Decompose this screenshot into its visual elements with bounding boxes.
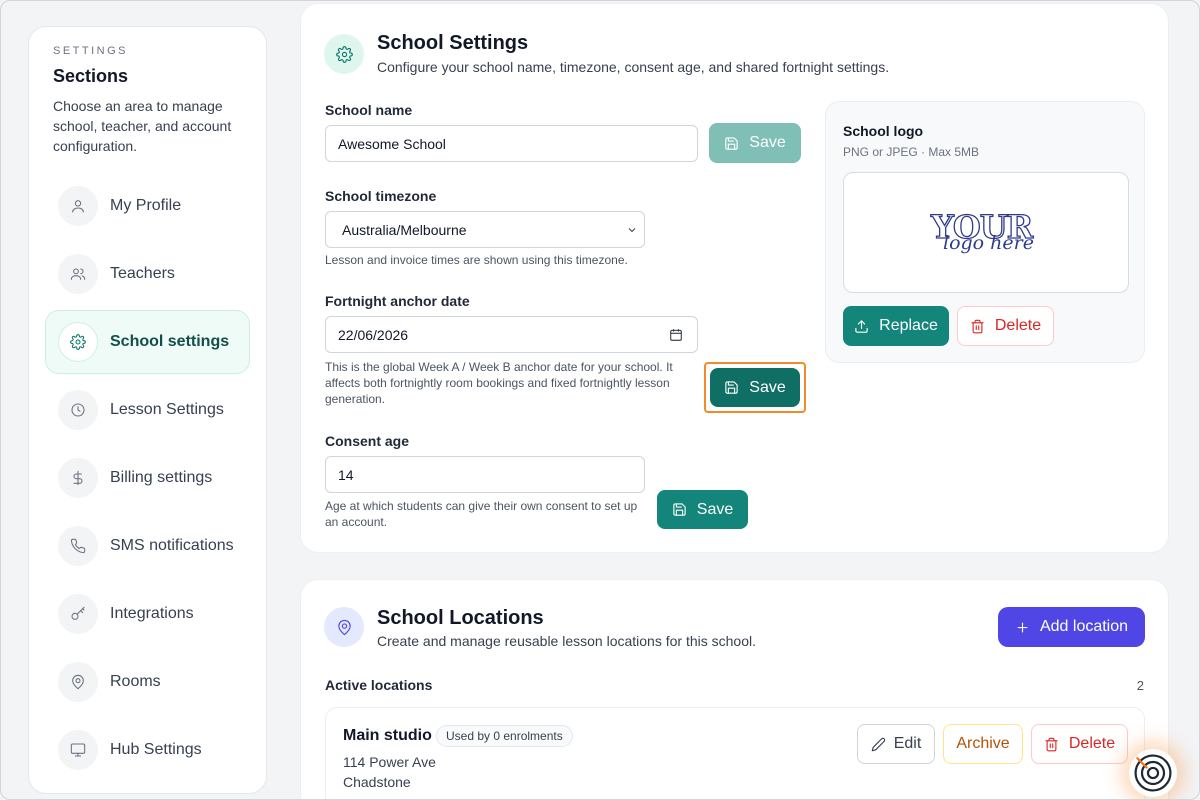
map-pin-icon	[58, 662, 98, 702]
school-logo-subtitle: PNG or JPEG · Max 5MB	[843, 145, 980, 159]
consent-age-value: 14	[338, 466, 354, 483]
sidebar-item-lesson-settings[interactable]: Lesson Settings	[45, 378, 250, 442]
archive-location-button[interactable]: Archive	[943, 724, 1023, 764]
trash-icon	[971, 319, 984, 333]
active-locations-label: Active locations	[325, 677, 433, 693]
active-locations-count: 2	[1136, 678, 1144, 693]
trash-icon	[1045, 737, 1058, 751]
edit-location-button[interactable]: Edit	[857, 724, 935, 764]
fortnight-anchor-date-input[interactable]: 22/06/2026	[325, 316, 698, 353]
edit-label: Edit	[893, 735, 922, 752]
add-location-label: Add location	[1039, 618, 1129, 635]
fortnight-anchor-value: 22/06/2026	[338, 326, 409, 343]
sidebar-eyebrow: SETTINGS	[53, 45, 129, 57]
school-timezone-help: Lesson and invoice times are shown using…	[325, 253, 628, 267]
clock-icon	[58, 390, 98, 430]
school-name-label: School name	[325, 102, 413, 118]
page-title: School Settings	[377, 32, 529, 54]
logo-placeholder-small: logo here	[943, 231, 1034, 254]
location-suburb: Chadstone	[343, 774, 411, 790]
school-logo-image: YOUR logo here	[843, 172, 1129, 293]
locations-title: School Locations	[377, 607, 544, 629]
sidebar-item-label: Billing settings	[110, 469, 213, 486]
sidebar-description: Choose an area to manage school, teacher…	[53, 98, 232, 154]
save-label: Save	[749, 134, 786, 151]
sidebar-item-label: Integrations	[110, 605, 194, 622]
school-logo-title: School logo	[843, 123, 924, 139]
delete-location-button[interactable]: Delete	[1031, 724, 1128, 764]
save-label: Save	[749, 378, 786, 396]
sidebar-item-label: Rooms	[110, 673, 161, 690]
pencil-icon	[871, 737, 885, 751]
chevron-down-icon	[628, 227, 636, 232]
save-icon	[725, 381, 738, 394]
sidebar-title: Sections	[53, 66, 129, 86]
save-consent-age-button[interactable]: Save	[657, 490, 748, 529]
sidebar-item-label: School settings	[110, 333, 230, 350]
consent-age-input[interactable]: 14	[325, 456, 645, 493]
replace-label: Replace	[879, 317, 938, 334]
page-subtitle: Configure your school name, timezone, co…	[377, 59, 890, 75]
sidebar-item-label: My Profile	[110, 197, 182, 214]
sidebar-item-teachers[interactable]: Teachers	[45, 242, 250, 306]
consent-age-help: Age at which students can give their own…	[325, 499, 638, 529]
save-icon	[725, 136, 738, 150]
sidebar-item-hub-settings[interactable]: Hub Settings	[45, 718, 250, 782]
gear-icon	[58, 322, 98, 362]
gear-icon	[324, 34, 364, 74]
help-widget-button[interactable]	[1129, 749, 1177, 797]
sidebar-item-my-profile[interactable]: My Profile	[45, 174, 250, 238]
dollar-icon	[58, 458, 98, 498]
app-window: SETTINGS Sections Choose an area to mana…	[0, 0, 1200, 800]
replace-logo-button[interactable]: Replace	[843, 306, 949, 346]
location-address: 114 Power Ave	[343, 754, 436, 770]
school-locations-card: School Locations Create and manage reusa…	[300, 579, 1169, 799]
location-card: Main studio Used by 0 enrolments 114 Pow…	[325, 707, 1145, 799]
logo-placeholder: YOUR logo here	[930, 207, 1041, 258]
sidebar-item-label: Hub Settings	[110, 741, 202, 758]
school-logo-panel: School logo PNG or JPEG · Max 5MB YOUR l…	[825, 101, 1145, 363]
sidebar-item-label: Lesson Settings	[110, 401, 224, 418]
school-timezone-select[interactable]: Australia/Melbourne	[325, 211, 645, 248]
delete-label: Delete	[1068, 735, 1116, 752]
save-label: Save	[696, 500, 734, 518]
key-icon	[58, 594, 98, 634]
delete-logo-button[interactable]: Delete	[957, 306, 1054, 346]
add-location-button[interactable]: Add location	[998, 607, 1145, 647]
school-name-value: Awesome School	[338, 135, 446, 152]
sidebar-item-label: SMS notifications	[110, 537, 234, 554]
fortnight-anchor-help: This is the global Week A / Week B ancho…	[325, 360, 673, 406]
school-name-input[interactable]: Awesome School	[325, 125, 698, 162]
sidebar-item-sms-notifications[interactable]: SMS notifications	[45, 514, 250, 578]
target-icon	[1134, 754, 1172, 792]
users-icon	[58, 254, 98, 294]
school-timezone-label: School timezone	[325, 188, 437, 204]
map-pin-icon	[324, 607, 364, 647]
monitor-icon	[58, 730, 98, 770]
archive-label: Archive	[956, 735, 1010, 752]
sidebar-item-label: Teachers	[110, 265, 175, 282]
save-school-name-button[interactable]: Save	[709, 123, 801, 163]
sidebar-item-billing-settings[interactable]: Billing settings	[45, 446, 250, 510]
school-timezone-value: Australia/Melbourne	[342, 221, 467, 238]
consent-age-label: Consent age	[325, 433, 410, 449]
settings-nav: My Profile Teachers School settings Less…	[45, 174, 250, 782]
calendar-icon[interactable]	[669, 328, 683, 342]
sidebar-item-rooms[interactable]: Rooms	[45, 650, 250, 714]
delete-label: Delete	[994, 317, 1042, 334]
school-settings-card: School Settings Configure your school na…	[300, 3, 1169, 553]
save-icon	[673, 503, 686, 516]
phone-icon	[58, 526, 98, 566]
sidebar-item-integrations[interactable]: Integrations	[45, 582, 250, 646]
upload-icon	[855, 319, 868, 333]
plus-icon	[1017, 622, 1028, 632]
locations-subtitle: Create and manage reusable lesson locati…	[377, 633, 756, 649]
location-name: Main studio	[343, 727, 432, 744]
user-icon	[58, 186, 98, 226]
save-fortnight-anchor-button[interactable]: Save	[710, 368, 800, 407]
settings-sidebar: SETTINGS Sections Choose an area to mana…	[28, 26, 267, 794]
sidebar-item-school-settings[interactable]: School settings	[45, 310, 250, 374]
fortnight-anchor-label: Fortnight anchor date	[325, 293, 470, 309]
location-usage-badge: Used by 0 enrolments	[436, 725, 573, 747]
